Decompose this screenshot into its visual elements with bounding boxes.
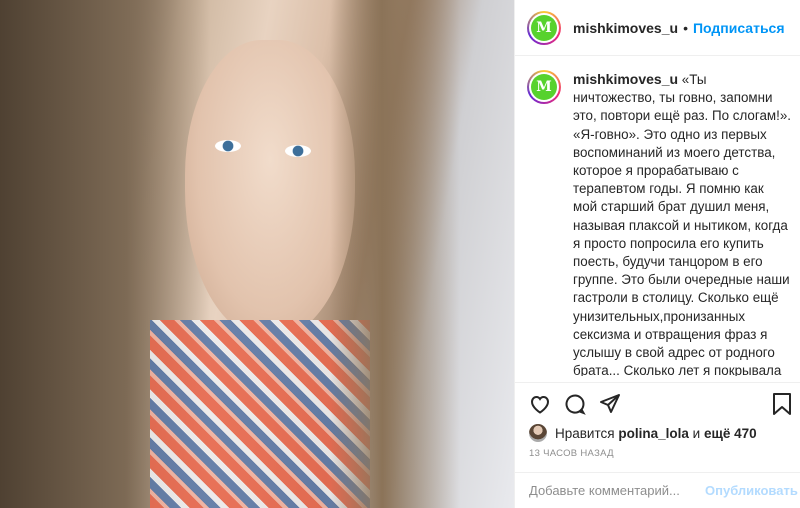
post-header: M mishkimoves_u • Подписаться [515, 0, 800, 56]
avatar[interactable]: M [527, 10, 561, 45]
separator-dot: • [683, 19, 688, 36]
bookmark-icon[interactable] [769, 391, 795, 417]
caption-body: «Ты ничтожество, ты говно, запомни это, … [573, 72, 791, 376]
likes-connector: и [692, 425, 701, 441]
caption-text: mishkimoves_u «Ты ничтожество, ты говно,… [573, 70, 791, 376]
follow-button[interactable]: Подписаться [693, 20, 785, 36]
publish-button[interactable]: Опубликовать [705, 483, 798, 498]
comment-icon[interactable] [562, 391, 588, 417]
likes-summary: Нравится polina_lola и ещё 470 [529, 422, 757, 444]
post-timestamp[interactable]: 13 ЧАСОВ НАЗАД [529, 448, 614, 459]
post-photo[interactable] [0, 0, 514, 508]
post-side-panel: M mishkimoves_u • Подписаться M mishkimo… [514, 0, 800, 508]
liker-avatar[interactable] [529, 424, 547, 442]
caption-avatar[interactable]: M [527, 70, 561, 104]
likes-prefix: Нравится [555, 425, 615, 441]
username-link[interactable]: mishkimoves_u [573, 20, 678, 36]
comment-input[interactable] [529, 483, 705, 498]
caption: M mishkimoves_u «Ты ничтожество, ты говн… [527, 70, 791, 376]
share-icon[interactable] [597, 391, 623, 417]
likes-count-button[interactable]: ещё 470 [704, 426, 757, 441]
heart-icon[interactable] [527, 391, 553, 417]
comment-bar: Опубликовать [515, 472, 800, 508]
liker-username[interactable]: polina_lola [618, 426, 689, 441]
caption-username-link[interactable]: mishkimoves_u [573, 71, 678, 87]
action-bar [515, 382, 800, 422]
